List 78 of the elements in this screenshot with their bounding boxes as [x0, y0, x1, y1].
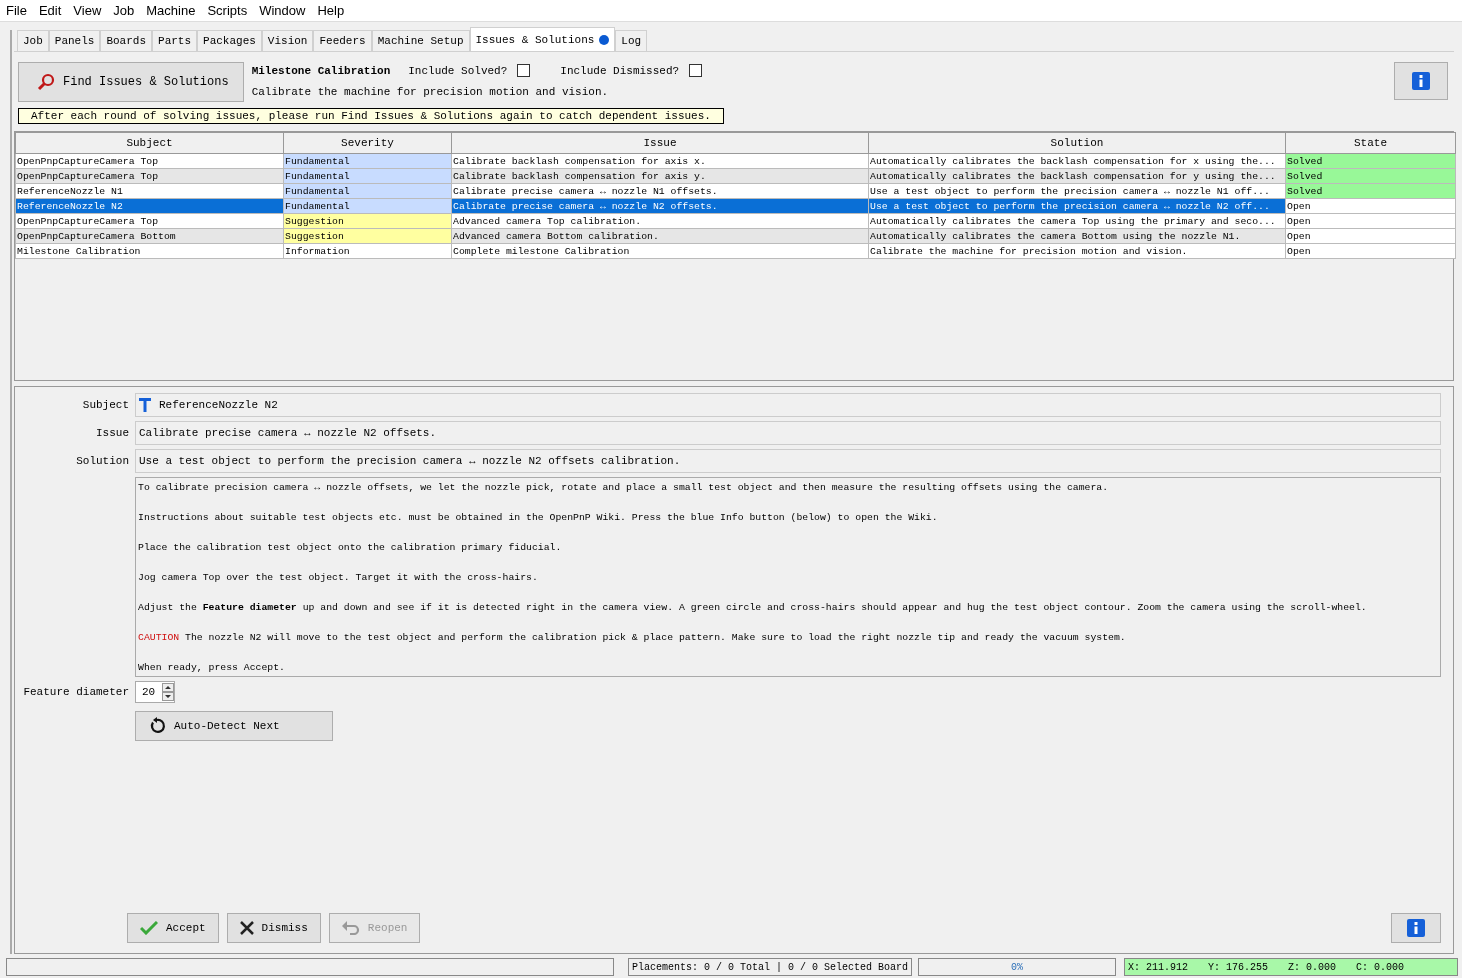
issue-field[interactable]: Calibrate precise camera ↔ nozzle N2 offsets. [135, 421, 1441, 445]
milestone-title: Milestone Calibration [251, 64, 391, 77]
include-solved-label: Include Solved? [408, 64, 508, 77]
column-header[interactable]: State [1285, 132, 1456, 154]
instruction-text: Jog camera Top over the test object. Target it with the cross-hairs. [138, 571, 539, 585]
dismiss-button[interactable]: Dismiss [226, 913, 321, 943]
column-header[interactable]: Issue [451, 132, 869, 154]
menu-item[interactable]: Edit [32, 3, 68, 18]
coordinate-text: X: 211.912 [1128, 961, 1189, 973]
menu-item[interactable]: View [67, 3, 108, 18]
table-cell: ReferenceNozzle N1 [15, 183, 284, 199]
tab[interactable]: Parts [152, 30, 198, 51]
info-button[interactable] [1391, 913, 1441, 943]
instruction-text: CAUTION The nozzle N2 will move to the test object and perform the calibration pick & place pattern. Make sure to load the right nozzle tip and ready the vacuum system. [138, 631, 1127, 645]
accept-button[interactable]: Accept [127, 913, 219, 943]
menu-item[interactable]: Scripts [201, 3, 254, 18]
solution-label: Solution [75, 455, 129, 467]
table-cell: Calibrate the machine for precision motion and vision. [868, 243, 1286, 259]
menu-item[interactable]: Help [311, 3, 351, 18]
tab[interactable]: Vision [261, 30, 314, 51]
table-cell: OpenPnpCaptureCamera Top [15, 153, 284, 169]
coordinate-text: C: 0.000 [1356, 961, 1405, 973]
instruction-text: When ready, press Accept. [138, 661, 286, 675]
table-cell: Calibrate precise camera ↔ nozzle N1 offsets. [451, 183, 869, 199]
instruction-text: To calibrate precision camera ↔ nozzle offsets, we let the nozzle pick, rotate and place a small test object and then measure the resulting offsets using the camera. [138, 481, 1110, 495]
table-cell: Calibrate backlash compensation for axis x. [451, 153, 869, 169]
instruction-text: Place the calibration test object onto the calibration primary fiducial. [138, 541, 563, 555]
table-cell: OpenPnpCaptureCamera Top [15, 213, 284, 229]
milestone-description: Calibrate the machine for precision motion and vision. [251, 86, 610, 98]
include-dismissed-label: Include Dismissed? [560, 64, 680, 77]
subject-field[interactable]: ReferenceNozzle N2 [135, 393, 1441, 417]
tab[interactable]: Log [615, 30, 648, 51]
info-icon [1407, 919, 1425, 937]
instruction-text: Instructions about suitable test objects etc. must be obtained in the OpenPnP Wiki. Press the blue Info button (below) to open the Wiki. [138, 511, 939, 525]
tab[interactable]: Issues & Solutions [469, 27, 616, 51]
undo-icon [341, 921, 360, 935]
table-cell: Automatically calibrates the backlash compensation for x using the... [868, 153, 1286, 169]
menu-item[interactable]: Machine [140, 3, 202, 18]
coordinate-text: Z: 0.000 [1288, 961, 1337, 973]
subject-label: Subject [81, 399, 129, 411]
tab[interactable]: Job [17, 30, 49, 51]
checkmark-icon [140, 921, 158, 935]
tab[interactable]: Feeders [313, 30, 372, 51]
menu-item[interactable]: Window [253, 3, 312, 18]
search-icon [37, 73, 55, 91]
auto-detect-button[interactable]: Auto-Detect Next [135, 711, 333, 741]
menu-item[interactable]: Job [107, 3, 141, 18]
rotate-icon [148, 717, 166, 735]
spinner-arrows-icon [162, 683, 174, 701]
tab[interactable]: Panels [48, 30, 101, 51]
notice-text: After each round of solving issues, please run Find Issues & Solutions again to catch dependent issues. [18, 108, 724, 124]
find-issues-button[interactable]: Find Issues & Solutions [18, 62, 244, 102]
tab[interactable]: Machine Setup [371, 30, 470, 51]
close-icon [239, 921, 254, 935]
column-header[interactable]: Severity [283, 132, 452, 154]
info-icon [1412, 72, 1430, 90]
table-cell: Use a test object to perform the precision camera ↔ nozzle N1 off... [868, 183, 1286, 199]
table-cell: Automatically calibrates the camera Top using the primary and seco... [868, 213, 1286, 229]
coordinate-text: Y: 176.255 [1208, 961, 1269, 973]
solution-field[interactable]: Use a test object to perform the precision camera ↔ nozzle N2 offsets calibration. [135, 449, 1441, 473]
table-cell: Advanced camera Top calibration. [451, 213, 869, 229]
column-header[interactable]: Solution [868, 132, 1286, 154]
table-cell: Milestone Calibration [15, 243, 284, 259]
info-button[interactable] [1394, 62, 1448, 100]
feature-diameter-label: Feature diameter [22, 686, 129, 698]
feature-diameter-spinner[interactable]: 20 [135, 681, 175, 703]
placements-status: Placements: 0 / 0 Total | 0 / 0 Selected Board [628, 958, 913, 976]
menu-item[interactable]: File [0, 3, 33, 18]
instruction-text: Adjust the Feature diameter up and down and see if it is detected right in the camera view. A green circle and cross-hairs should appear and hug the test object contour. Zoom the camera using the scroll-wheel. [138, 601, 1368, 615]
include-solved-checkbox[interactable] [517, 64, 531, 77]
table-cell: Complete milestone Calibration [451, 243, 869, 259]
nozzle-icon [139, 397, 151, 413]
include-dismissed-checkbox[interactable] [689, 64, 703, 77]
tab[interactable]: Packages [197, 30, 262, 51]
progress-text: 0% [1011, 961, 1024, 973]
issue-label: Issue [95, 427, 129, 439]
tab[interactable]: Boards [100, 30, 153, 51]
column-header[interactable]: Subject [15, 132, 284, 154]
